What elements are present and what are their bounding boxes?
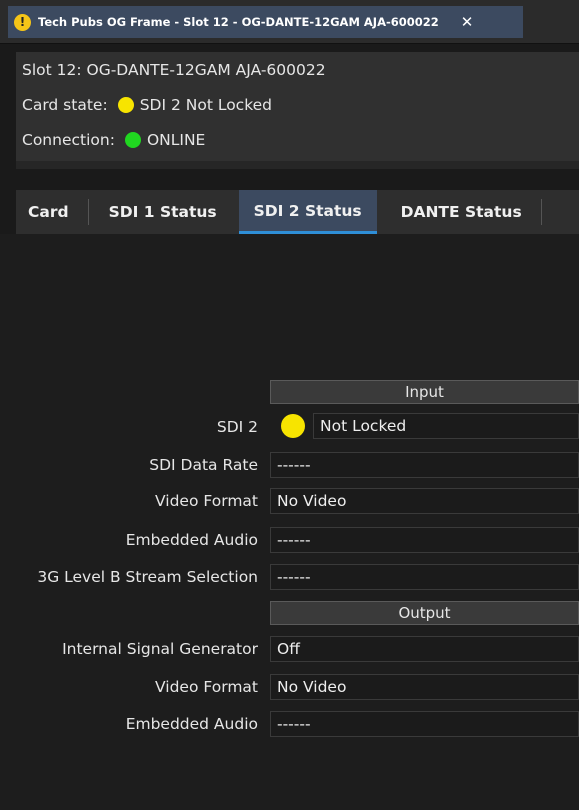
level-b-stream-value: ------: [270, 564, 579, 590]
input-section-header: Input: [270, 380, 579, 404]
sdi2-label: SDI 2: [216, 418, 258, 436]
title-bar: ! Tech Pubs OG Frame - Slot 12 - OG-DANT…: [0, 0, 579, 44]
output-video-format-label: Video Format: [155, 678, 258, 696]
card-state-value: SDI 2 Not Locked: [139, 96, 272, 114]
output-embedded-audio-value: ------: [270, 711, 579, 737]
tab-label: SDI 2 Status: [253, 201, 362, 220]
video-format-value: No Video: [270, 488, 579, 514]
warning-icon: !: [14, 13, 31, 31]
sdi-data-rate-label: SDI Data Rate: [149, 456, 258, 474]
card-state-row: Card state: SDI 2 Not Locked: [22, 96, 272, 114]
card-state-label: Card state:: [22, 96, 108, 114]
close-icon[interactable]: ✕: [461, 13, 474, 31]
card-state-indicator-icon: [117, 97, 134, 113]
embedded-audio-value: ------: [270, 527, 579, 553]
tab-bar: Card SDI 1 Status SDI 2 Status DANTE Sta…: [16, 190, 579, 234]
tab-sdi2-status[interactable]: SDI 2 Status: [238, 190, 377, 234]
sdi2-value: Not Locked: [313, 413, 579, 439]
signal-generator-value: Off: [270, 636, 579, 662]
connection-row: Connection: ONLINE: [22, 131, 205, 149]
connection-indicator-icon: [124, 132, 141, 148]
embedded-audio-label: Embedded Audio: [125, 531, 258, 549]
video-format-label: Video Format: [155, 492, 258, 510]
signal-generator-label: Internal Signal Generator: [62, 640, 258, 658]
slot-label: Slot 12: OG-DANTE-12GAM AJA-600022: [22, 61, 326, 79]
tab-label: DANTE Status: [400, 203, 522, 221]
connection-value: ONLINE: [146, 131, 206, 149]
card-info-panel: Slot 12: OG-DANTE-12GAM AJA-600022 Card …: [16, 52, 579, 161]
slot-title: Slot 12: OG-DANTE-12GAM AJA-600022: [22, 61, 326, 79]
divider: [16, 161, 579, 169]
output-section-header: Output: [270, 601, 579, 625]
tab-label: SDI 1 Status: [108, 203, 217, 221]
tab-card[interactable]: Card: [16, 190, 89, 234]
tab-sdi1-status[interactable]: SDI 1 Status: [89, 190, 239, 234]
sdi-data-rate-value: ------: [270, 452, 579, 478]
sdi2-status-panel: Input SDI 2 Not Locked SDI Data Rate ---…: [0, 234, 579, 810]
document-tab-title: Tech Pubs OG Frame - Slot 12 - OG-DANTE-…: [38, 15, 439, 29]
sdi2-indicator-icon: [281, 414, 305, 438]
connection-label: Connection:: [22, 131, 115, 149]
tab-label: Card: [28, 203, 69, 221]
tab-dante-status[interactable]: DANTE Status: [377, 190, 542, 234]
document-tab[interactable]: ! Tech Pubs OG Frame - Slot 12 - OG-DANT…: [8, 6, 523, 38]
output-embedded-audio-label: Embedded Audio: [125, 715, 258, 733]
output-video-format-value: No Video: [270, 674, 579, 700]
level-b-stream-label: 3G Level B Stream Selection: [37, 568, 258, 586]
